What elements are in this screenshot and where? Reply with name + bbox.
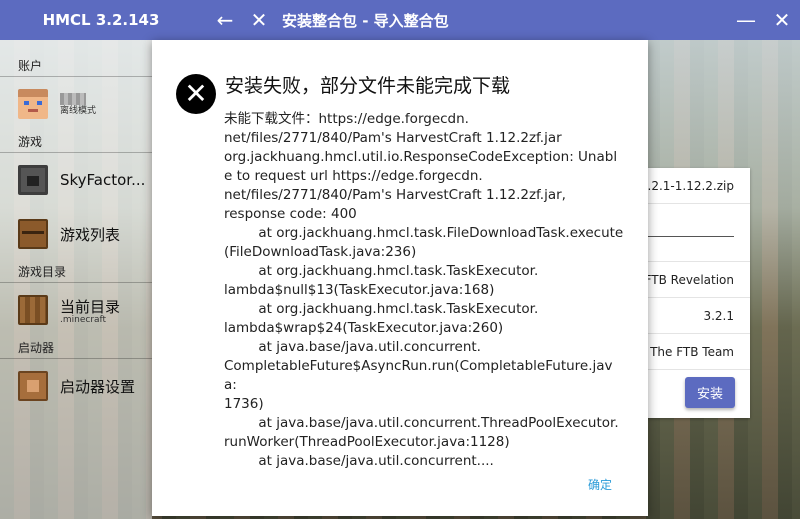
- ok-button[interactable]: 确定: [588, 476, 612, 493]
- dialog-message: 未能下载文件：https://edge.forgecdn. net/files/…: [224, 111, 624, 469]
- command-block-icon: [18, 371, 48, 401]
- close-icon[interactable]: ✕: [764, 0, 800, 40]
- app-title: HMCL 3.2.143: [42, 11, 160, 29]
- furnace-icon: [18, 165, 48, 195]
- account-mode: 离线模式: [60, 105, 97, 116]
- author-row: The FTB Team: [640, 334, 750, 370]
- dialog-title: 安装失败，部分文件未能完成下载: [225, 75, 511, 97]
- launcher-section-label: 启动器: [0, 337, 152, 359]
- current-game-label: SkyFactor...: [60, 171, 146, 189]
- close-page-icon[interactable]: ✕: [242, 0, 276, 40]
- pack-version: 3.2.1: [703, 308, 734, 323]
- sidebar-item-launcher-settings[interactable]: 启动器设置: [0, 359, 152, 413]
- version-row: 3.2.1: [640, 298, 750, 334]
- chest-icon: [18, 219, 48, 249]
- sidebar: 账户 离线模式 游戏 SkyFactor... 游戏列表 游戏目录 当前目录 .…: [0, 40, 152, 519]
- pack-name-row: FTB Revelation: [640, 262, 750, 298]
- minimize-icon[interactable]: —: [728, 0, 764, 40]
- page-title: 安装整合包 - 导入整合包: [282, 11, 449, 30]
- dir-section-label: 游戏目录: [0, 261, 152, 283]
- error-dialog: ✕ 安装失败，部分文件未能完成下载 未能下载文件：https://edge.fo…: [152, 40, 648, 516]
- sidebar-item-account[interactable]: 离线模式: [0, 77, 152, 131]
- sidebar-item-game-dir[interactable]: 当前目录 .minecraft: [0, 283, 152, 337]
- game-list-label: 游戏列表: [60, 225, 121, 244]
- sidebar-item-current-game[interactable]: SkyFactor...: [0, 153, 152, 207]
- game-section-label: 游戏: [0, 131, 152, 153]
- title-bar: HMCL 3.2.143 ← ✕ 安装整合包 - 导入整合包 — ✕: [0, 0, 800, 40]
- account-section-label: 账户: [0, 55, 152, 77]
- pack-author: The FTB Team: [650, 344, 734, 359]
- name-input-row[interactable]: [640, 204, 750, 262]
- window-controls: — ✕: [728, 0, 800, 40]
- name-input-underline: [648, 236, 734, 237]
- pack-name: FTB Revelation: [644, 272, 734, 287]
- file-name: 3.2.1-1.12.2.zip: [640, 178, 734, 193]
- back-icon[interactable]: ←: [208, 0, 242, 40]
- install-button[interactable]: 安装: [685, 377, 735, 408]
- avatar: [18, 89, 48, 119]
- game-dir-label: 当前目录: [60, 297, 121, 316]
- launcher-settings-label: 启动器设置: [60, 377, 136, 396]
- close-circle-icon: ✕: [176, 74, 216, 114]
- file-name-row: 3.2.1-1.12.2.zip: [640, 168, 750, 204]
- crafting-table-icon: [18, 295, 48, 325]
- sidebar-item-game-list[interactable]: 游戏列表: [0, 207, 152, 261]
